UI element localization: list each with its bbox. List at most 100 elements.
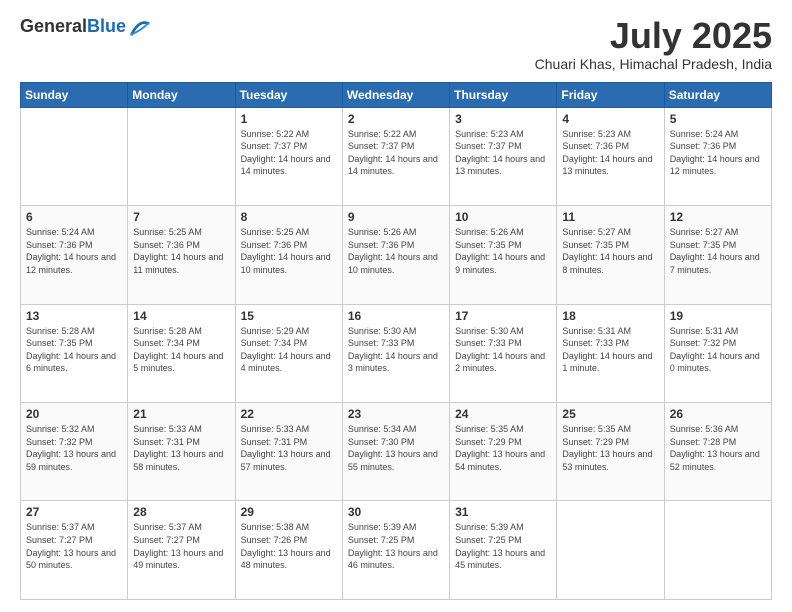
table-row	[664, 501, 771, 600]
title-block: July 2025 Chuari Khas, Himachal Pradesh,…	[535, 16, 772, 72]
daylight-text: Daylight: 14 hours and 10 minutes.	[348, 252, 438, 275]
day-info: Sunrise: 5:31 AM Sunset: 7:33 PM Dayligh…	[562, 325, 658, 375]
table-row: 4 Sunrise: 5:23 AM Sunset: 7:36 PM Dayli…	[557, 107, 664, 205]
table-row: 21 Sunrise: 5:33 AM Sunset: 7:31 PM Dayl…	[128, 403, 235, 501]
day-number: 28	[133, 505, 229, 519]
sunset-text: Sunset: 7:33 PM	[455, 338, 522, 348]
day-number: 20	[26, 407, 122, 421]
day-number: 17	[455, 309, 551, 323]
day-info: Sunrise: 5:22 AM Sunset: 7:37 PM Dayligh…	[348, 128, 444, 178]
daylight-text: Daylight: 13 hours and 55 minutes.	[348, 449, 438, 472]
day-number: 9	[348, 210, 444, 224]
sunrise-text: Sunrise: 5:22 AM	[348, 129, 417, 139]
sunset-text: Sunset: 7:37 PM	[455, 141, 522, 151]
sunrise-text: Sunrise: 5:33 AM	[133, 424, 202, 434]
sunset-text: Sunset: 7:36 PM	[562, 141, 629, 151]
day-number: 1	[241, 112, 337, 126]
daylight-text: Daylight: 14 hours and 3 minutes.	[348, 351, 438, 374]
sunrise-text: Sunrise: 5:27 AM	[562, 227, 631, 237]
day-number: 19	[670, 309, 766, 323]
table-row: 29 Sunrise: 5:38 AM Sunset: 7:26 PM Dayl…	[235, 501, 342, 600]
day-number: 5	[670, 112, 766, 126]
col-thursday: Thursday	[450, 82, 557, 107]
day-info: Sunrise: 5:35 AM Sunset: 7:29 PM Dayligh…	[455, 423, 551, 473]
day-info: Sunrise: 5:33 AM Sunset: 7:31 PM Dayligh…	[133, 423, 229, 473]
table-row: 12 Sunrise: 5:27 AM Sunset: 7:35 PM Dayl…	[664, 206, 771, 304]
col-tuesday: Tuesday	[235, 82, 342, 107]
sunrise-text: Sunrise: 5:32 AM	[26, 424, 95, 434]
sunrise-text: Sunrise: 5:33 AM	[241, 424, 310, 434]
daylight-text: Daylight: 14 hours and 4 minutes.	[241, 351, 331, 374]
table-row: 7 Sunrise: 5:25 AM Sunset: 7:36 PM Dayli…	[128, 206, 235, 304]
sunrise-text: Sunrise: 5:25 AM	[133, 227, 202, 237]
sunset-text: Sunset: 7:37 PM	[241, 141, 308, 151]
day-number: 2	[348, 112, 444, 126]
daylight-text: Daylight: 13 hours and 50 minutes.	[26, 548, 116, 571]
daylight-text: Daylight: 14 hours and 11 minutes.	[133, 252, 223, 275]
sunrise-text: Sunrise: 5:24 AM	[26, 227, 95, 237]
sunset-text: Sunset: 7:36 PM	[26, 240, 93, 250]
sunset-text: Sunset: 7:35 PM	[26, 338, 93, 348]
month-title: July 2025	[535, 16, 772, 56]
sunset-text: Sunset: 7:32 PM	[670, 338, 737, 348]
day-number: 18	[562, 309, 658, 323]
col-wednesday: Wednesday	[342, 82, 449, 107]
sunset-text: Sunset: 7:33 PM	[562, 338, 629, 348]
sunset-text: Sunset: 7:25 PM	[348, 535, 415, 545]
sunset-text: Sunset: 7:29 PM	[455, 437, 522, 447]
sunrise-text: Sunrise: 5:23 AM	[455, 129, 524, 139]
sunrise-text: Sunrise: 5:28 AM	[133, 326, 202, 336]
day-number: 22	[241, 407, 337, 421]
daylight-text: Daylight: 14 hours and 14 minutes.	[241, 154, 331, 177]
table-row: 24 Sunrise: 5:35 AM Sunset: 7:29 PM Dayl…	[450, 403, 557, 501]
page: GeneralBlue July 2025 Chuari Khas, Himac…	[0, 0, 792, 612]
daylight-text: Daylight: 14 hours and 12 minutes.	[26, 252, 116, 275]
daylight-text: Daylight: 14 hours and 13 minutes.	[455, 154, 545, 177]
daylight-text: Daylight: 14 hours and 10 minutes.	[241, 252, 331, 275]
sunset-text: Sunset: 7:28 PM	[670, 437, 737, 447]
day-number: 8	[241, 210, 337, 224]
day-info: Sunrise: 5:27 AM Sunset: 7:35 PM Dayligh…	[670, 226, 766, 276]
day-number: 4	[562, 112, 658, 126]
calendar-week-row: 6 Sunrise: 5:24 AM Sunset: 7:36 PM Dayli…	[21, 206, 772, 304]
day-number: 7	[133, 210, 229, 224]
daylight-text: Daylight: 13 hours and 46 minutes.	[348, 548, 438, 571]
daylight-text: Daylight: 14 hours and 7 minutes.	[670, 252, 760, 275]
day-info: Sunrise: 5:28 AM Sunset: 7:34 PM Dayligh…	[133, 325, 229, 375]
sunset-text: Sunset: 7:26 PM	[241, 535, 308, 545]
table-row: 5 Sunrise: 5:24 AM Sunset: 7:36 PM Dayli…	[664, 107, 771, 205]
day-info: Sunrise: 5:39 AM Sunset: 7:25 PM Dayligh…	[348, 521, 444, 571]
day-number: 23	[348, 407, 444, 421]
daylight-text: Daylight: 14 hours and 12 minutes.	[670, 154, 760, 177]
daylight-text: Daylight: 13 hours and 45 minutes.	[455, 548, 545, 571]
sunrise-text: Sunrise: 5:36 AM	[670, 424, 739, 434]
sunset-text: Sunset: 7:32 PM	[26, 437, 93, 447]
sunset-text: Sunset: 7:35 PM	[562, 240, 629, 250]
daylight-text: Daylight: 14 hours and 6 minutes.	[26, 351, 116, 374]
day-info: Sunrise: 5:29 AM Sunset: 7:34 PM Dayligh…	[241, 325, 337, 375]
day-info: Sunrise: 5:33 AM Sunset: 7:31 PM Dayligh…	[241, 423, 337, 473]
table-row: 9 Sunrise: 5:26 AM Sunset: 7:36 PM Dayli…	[342, 206, 449, 304]
sunrise-text: Sunrise: 5:35 AM	[455, 424, 524, 434]
sunset-text: Sunset: 7:37 PM	[348, 141, 415, 151]
table-row: 15 Sunrise: 5:29 AM Sunset: 7:34 PM Dayl…	[235, 304, 342, 402]
table-row: 14 Sunrise: 5:28 AM Sunset: 7:34 PM Dayl…	[128, 304, 235, 402]
day-number: 12	[670, 210, 766, 224]
table-row: 17 Sunrise: 5:30 AM Sunset: 7:33 PM Dayl…	[450, 304, 557, 402]
sunset-text: Sunset: 7:36 PM	[670, 141, 737, 151]
day-number: 3	[455, 112, 551, 126]
sunset-text: Sunset: 7:31 PM	[133, 437, 200, 447]
table-row: 20 Sunrise: 5:32 AM Sunset: 7:32 PM Dayl…	[21, 403, 128, 501]
day-info: Sunrise: 5:37 AM Sunset: 7:27 PM Dayligh…	[133, 521, 229, 571]
sunset-text: Sunset: 7:33 PM	[348, 338, 415, 348]
daylight-text: Daylight: 14 hours and 9 minutes.	[455, 252, 545, 275]
sunrise-text: Sunrise: 5:34 AM	[348, 424, 417, 434]
daylight-text: Daylight: 14 hours and 2 minutes.	[455, 351, 545, 374]
daylight-text: Daylight: 13 hours and 57 minutes.	[241, 449, 331, 472]
day-number: 15	[241, 309, 337, 323]
day-info: Sunrise: 5:37 AM Sunset: 7:27 PM Dayligh…	[26, 521, 122, 571]
sunset-text: Sunset: 7:27 PM	[133, 535, 200, 545]
table-row: 22 Sunrise: 5:33 AM Sunset: 7:31 PM Dayl…	[235, 403, 342, 501]
day-info: Sunrise: 5:25 AM Sunset: 7:36 PM Dayligh…	[133, 226, 229, 276]
table-row: 3 Sunrise: 5:23 AM Sunset: 7:37 PM Dayli…	[450, 107, 557, 205]
